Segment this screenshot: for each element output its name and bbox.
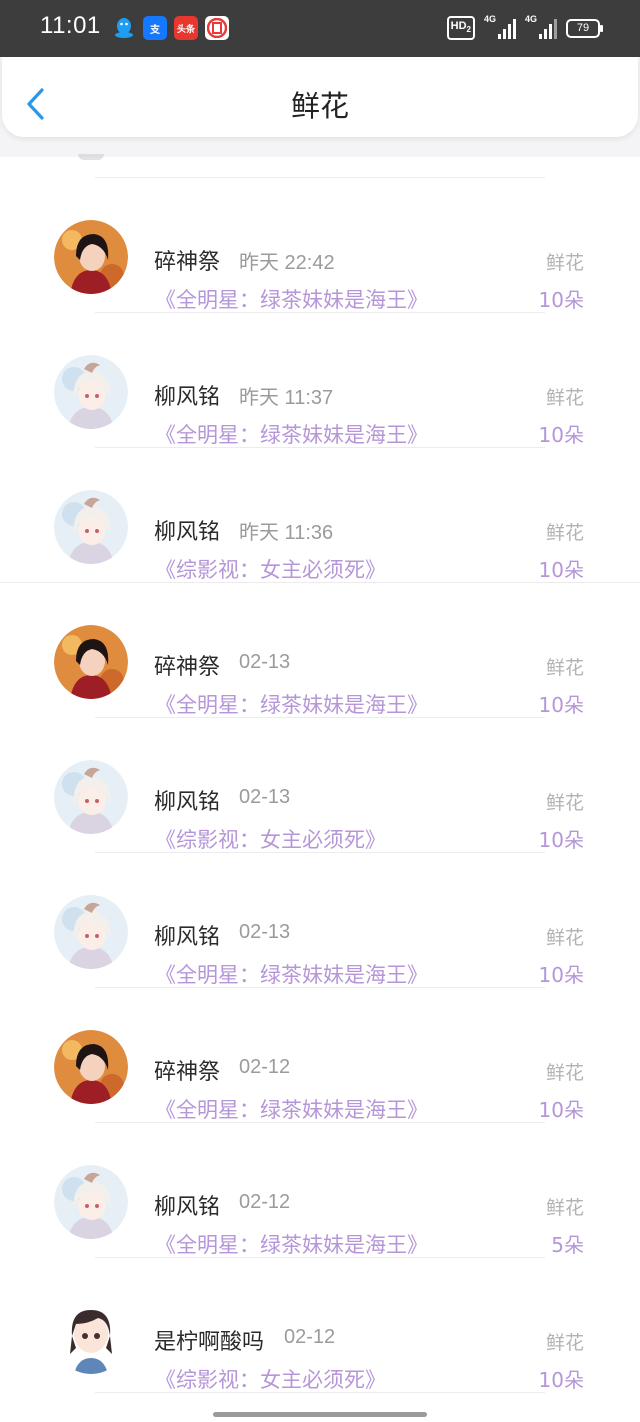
avatar[interactable] [54, 625, 128, 699]
home-indicator[interactable] [213, 1412, 427, 1417]
avatar[interactable] [54, 220, 128, 294]
gift-type: 鲜花 [545, 1197, 584, 1219]
book-title-link[interactable]: 《全明星：绿茶妹妹是海王》 [155, 689, 428, 719]
header-area: 鲜花 [0, 57, 640, 157]
timestamp: 昨天 22:42 [239, 252, 335, 274]
gift-type: 鲜花 [545, 387, 584, 409]
book-title-link[interactable]: 《全明星：绿茶妹妹是海王》 [155, 1229, 428, 1259]
gift-amount: 10朵 [538, 1368, 584, 1392]
avatar[interactable] [54, 760, 128, 834]
gift-type: 鲜花 [545, 792, 584, 814]
timestamp: 02-12 [284, 1326, 336, 1348]
list-item[interactable]: 柳风铭 昨天 11:36 《综影视：女主必须死》 鲜花 10朵 [0, 448, 640, 583]
alipay-icon: 支 [143, 16, 167, 40]
page-title: 鲜花 [290, 89, 349, 123]
avatar[interactable] [54, 1300, 128, 1374]
gift-type: 鲜花 [545, 1062, 584, 1084]
user-name[interactable]: 柳风铭 [154, 379, 220, 411]
avatar[interactable] [54, 1030, 128, 1104]
gift-amount: 10朵 [538, 1098, 584, 1122]
gift-amount: 10朵 [538, 423, 584, 447]
user-name[interactable]: 碎神祭 [154, 244, 220, 276]
book-title-link[interactable]: 《综影视：女主必须死》 [155, 1364, 386, 1394]
avatar[interactable] [54, 490, 128, 564]
timestamp: 02-13 [239, 786, 291, 808]
status-time: 11:01 [40, 12, 101, 39]
user-name[interactable]: 柳风铭 [154, 1189, 220, 1221]
user-name[interactable]: 碎神祭 [154, 649, 220, 681]
gift-amount: 10朵 [538, 288, 584, 312]
avatar [78, 154, 104, 160]
list-item[interactable]: 柳风铭 02-12 《全明星：绿茶妹妹是海王》 鲜花 5朵 [0, 1123, 640, 1258]
timestamp: 02-13 [239, 921, 291, 943]
timestamp: 02-12 [239, 1056, 291, 1078]
list-item[interactable]: 柳风铭 昨天 11:37 《全明星：绿茶妹妹是海王》 鲜花 10朵 [0, 313, 640, 448]
timestamp: 昨天 11:37 [239, 387, 334, 409]
battery-icon: 79 [566, 18, 603, 38]
list-item[interactable]: 碎神祭 02-12 《全明星：绿茶妹妹是海王》 鲜花 10朵 [0, 988, 640, 1123]
hd-label: HD [450, 20, 467, 32]
list-item[interactable]: 柳风铭 02-13 《全明星：绿茶妹妹是海王》 鲜花 10朵 [0, 853, 640, 988]
gift-amount: 5朵 [551, 1233, 584, 1257]
signal-icon-1: 4G [484, 14, 516, 40]
gift-type: 鲜花 [545, 657, 584, 679]
toutiao-icon: 头条 [174, 16, 198, 40]
avatar[interactable] [54, 355, 128, 429]
timestamp: 昨天 11:36 [239, 522, 334, 544]
list-item-partial [0, 154, 640, 178]
book-title-link[interactable]: 《全明星：绿茶妹妹是海王》 [155, 419, 428, 449]
book-title-link[interactable]: 《全明星：绿茶妹妹是海王》 [155, 284, 428, 314]
qq-icon [112, 16, 136, 40]
status-indicators: HD2 4G 4G 79 [446, 14, 603, 41]
gift-type: 鲜花 [545, 1332, 584, 1354]
gift-type: 鲜花 [545, 927, 584, 949]
network-label-1: 4G [484, 14, 497, 25]
gift-type: 鲜花 [545, 522, 584, 544]
book-title-link[interactable]: 《全明星：绿茶妹妹是海王》 [155, 1094, 428, 1124]
timestamp: 02-13 [239, 651, 291, 673]
status-bar: 11:01 支 头条 HD2 4G 4G 79 [0, 0, 640, 57]
gift-amount: 10朵 [538, 828, 584, 852]
user-name[interactable]: 是柠啊酸吗 [154, 1324, 264, 1356]
user-name[interactable]: 柳风铭 [154, 514, 220, 546]
user-name[interactable]: 柳风铭 [154, 919, 220, 951]
gift-amount: 10朵 [538, 558, 584, 582]
list-item[interactable]: 柳风铭 02-13 《综影视：女主必须死》 鲜花 10朵 [0, 718, 640, 853]
notification-icons: 支 头条 [112, 16, 229, 40]
book-title-link[interactable]: 《全明星：绿茶妹妹是海王》 [155, 959, 428, 989]
gift-amount: 10朵 [538, 693, 584, 717]
list-item[interactable]: 是柠啊酸吗 02-12 《综影视：女主必须死》 鲜花 10朵 [0, 1258, 640, 1393]
book-title-link[interactable]: 《综影视：女主必须死》 [155, 554, 386, 584]
network-label-2: 4G [525, 14, 538, 25]
flower-list[interactable]: 碎神祭 昨天 22:42 《全明星：绿茶妹妹是海王》 鲜花 10朵 柳风铭 昨天 11:37… [0, 154, 640, 1393]
avatar[interactable] [54, 1165, 128, 1239]
gift-type: 鲜花 [545, 252, 584, 274]
list-item[interactable]: 碎神祭 昨天 22:42 《全明星：绿茶妹妹是海王》 鲜花 10朵 [0, 178, 640, 313]
battery-level: 79 [576, 22, 590, 35]
timestamp: 02-12 [239, 1191, 291, 1213]
list-item[interactable]: 碎神祭 02-13 《全明星：绿茶妹妹是海王》 鲜花 10朵 [0, 583, 640, 718]
bank-icon [205, 16, 229, 40]
user-name[interactable]: 碎神祭 [154, 1054, 220, 1086]
book-title-link[interactable]: 《综影视：女主必须死》 [155, 824, 386, 854]
header-bar: 鲜花 [2, 57, 638, 137]
signal-icon-2: 4G [525, 14, 557, 40]
row-divider [95, 1392, 545, 1393]
user-name[interactable]: 柳风铭 [154, 784, 220, 816]
avatar[interactable] [54, 895, 128, 969]
gift-amount: 10朵 [538, 963, 584, 987]
hd-icon: HD2 [446, 16, 475, 41]
